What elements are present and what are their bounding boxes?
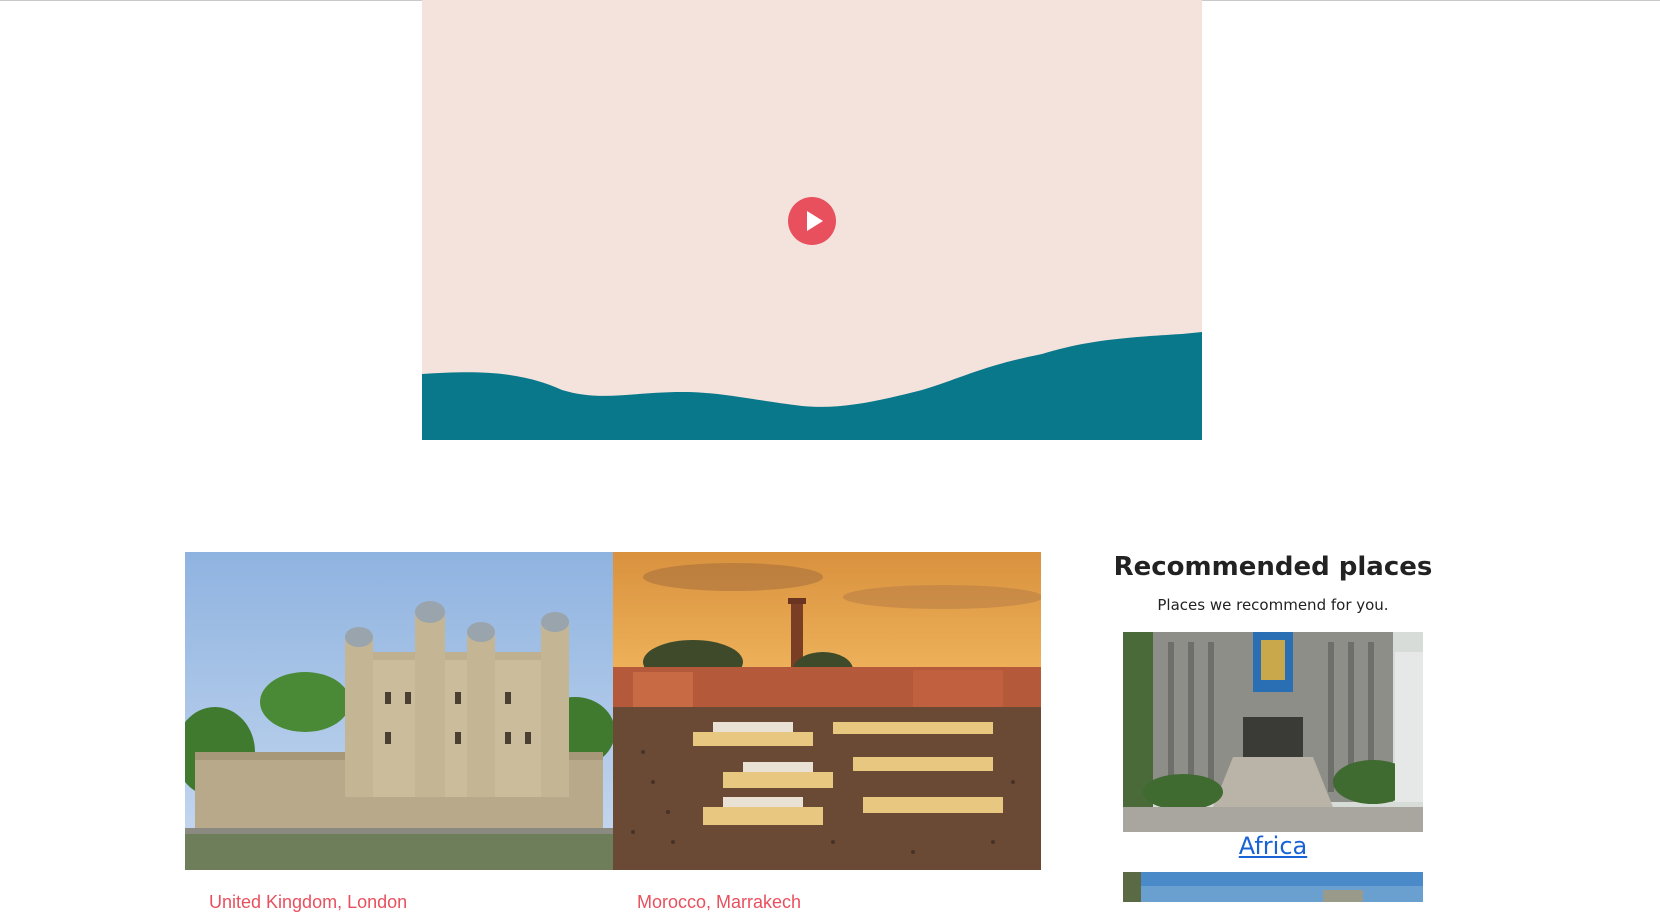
next-place-photo[interactable] (1123, 872, 1423, 902)
africa-building-photo[interactable] (1123, 632, 1423, 832)
play-icon (806, 211, 823, 231)
card-caption[interactable]: United Kingdom, London (209, 892, 407, 913)
recommended-link-africa[interactable]: Africa (1100, 832, 1446, 860)
video-player[interactable] (422, 0, 1202, 440)
marrakech-square-photo[interactable] (613, 552, 1041, 870)
card-caption[interactable]: Morocco, Marrakech (637, 892, 801, 913)
hills-illustration (422, 332, 1202, 440)
section-title: Recommended places (1113, 552, 1433, 582)
recommended-places: Recommended places Places we recommend f… (1100, 552, 1446, 902)
destination-gallery: United Kingdom, London Morocco, Marrakec… (185, 552, 1041, 912)
section-subtitle: Places we recommend for you. (1157, 596, 1389, 614)
tower-of-london-photo[interactable] (185, 552, 613, 870)
destination-card[interactable]: Morocco, Marrakech (613, 552, 1041, 912)
play-button[interactable] (788, 197, 836, 245)
destination-card[interactable]: United Kingdom, London (185, 552, 613, 912)
